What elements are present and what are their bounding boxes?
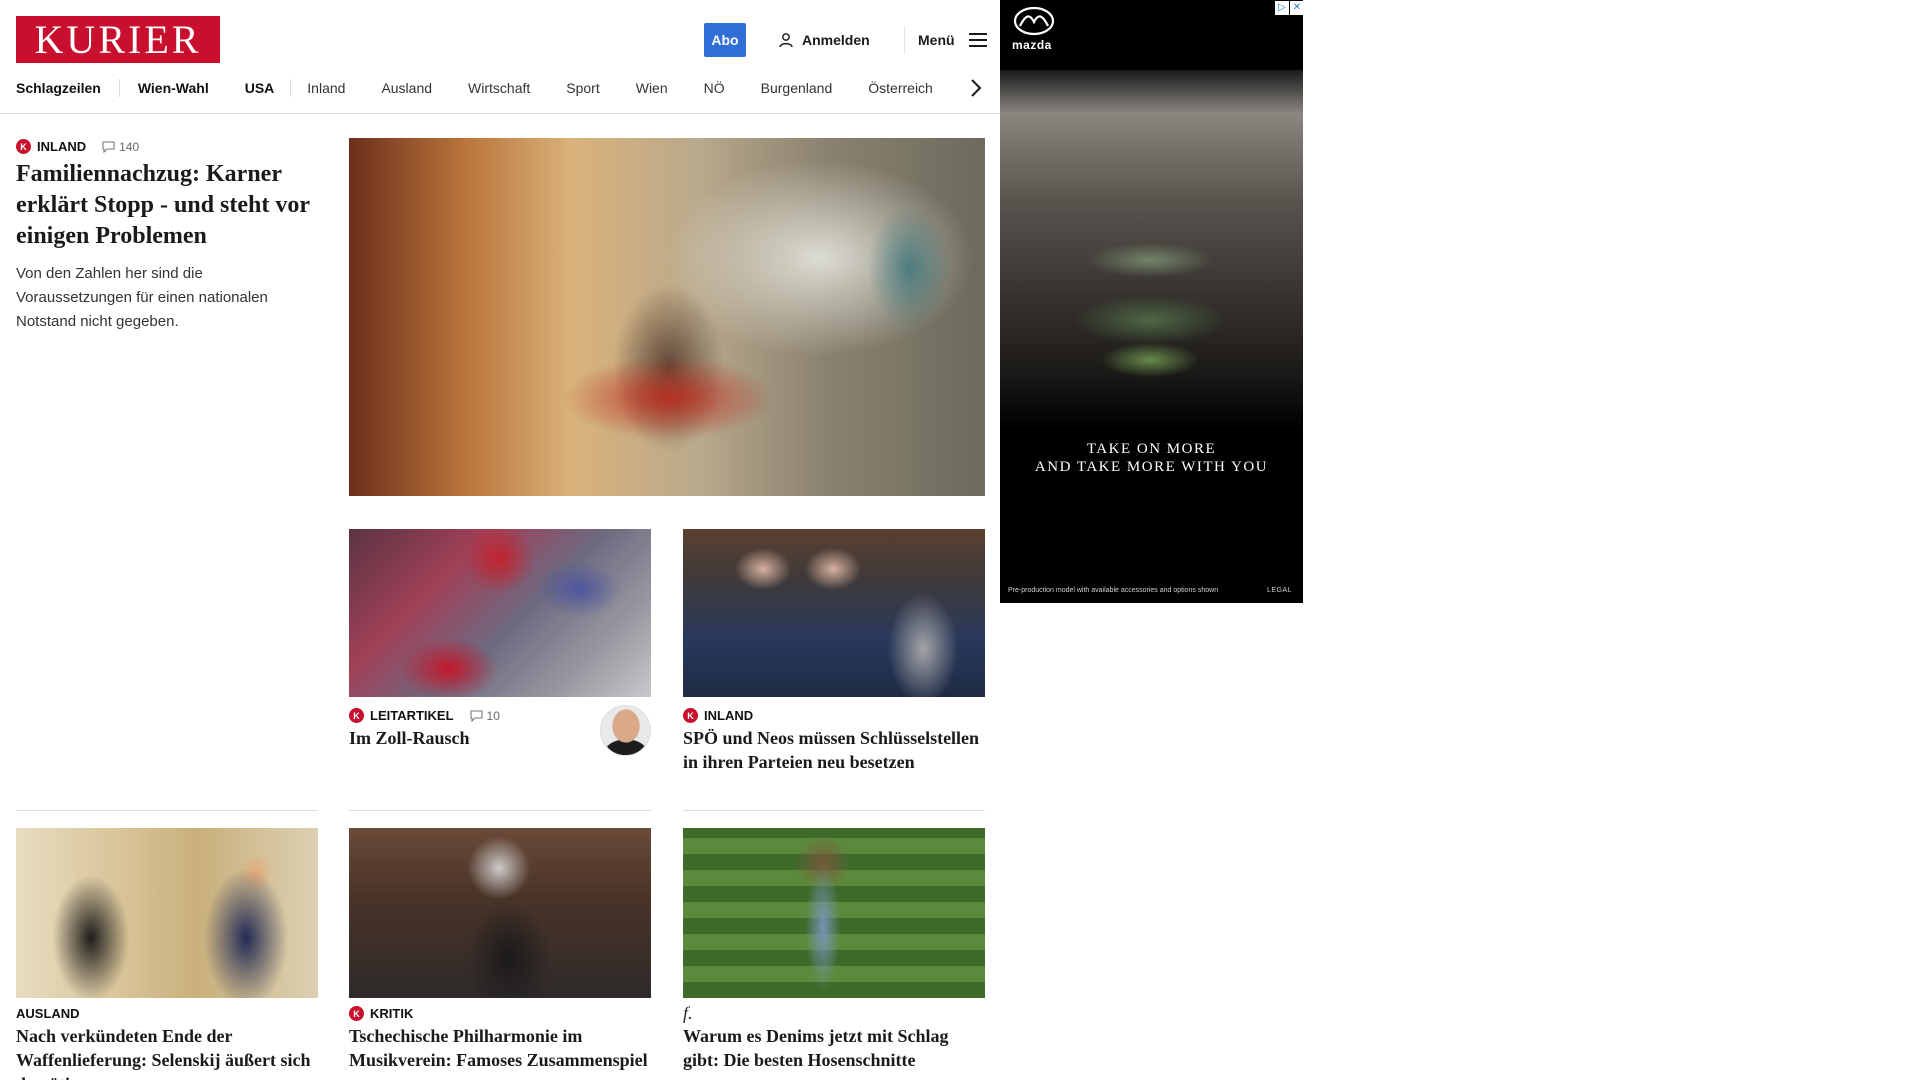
article-category[interactable]: LEITARTIKEL <box>370 708 454 723</box>
article-image-denims[interactable] <box>683 828 985 998</box>
ad-brand: mazda <box>1012 38 1052 52</box>
article-headline-spoe-neos[interactable]: SPÖ und Neos müssen Schlüsselstellen in … <box>683 726 985 774</box>
lead-article-image[interactable] <box>349 138 985 496</box>
ad-headline-line2: AND TAKE MORE WITH YOU <box>1034 459 1269 475</box>
article-image-spoe-neos[interactable] <box>683 529 985 697</box>
nav-item-burgenland[interactable]: Burgenland <box>761 80 833 96</box>
article-comments-value: 10 <box>486 708 500 723</box>
article-category[interactable]: KRITIK <box>370 1006 413 1021</box>
kurier-k-icon: K <box>683 708 698 723</box>
lead-category[interactable]: INLAND <box>37 139 86 154</box>
row-divider <box>16 810 318 811</box>
mazda-ad[interactable]: mazda TAKE ON MORE AND TAKE MORE WITH YO… <box>1000 0 1303 603</box>
nav-item-ausland[interactable]: Ausland <box>381 80 432 96</box>
article-meta-denims: f. <box>683 1003 693 1024</box>
row-divider <box>349 810 651 811</box>
article-comment-count[interactable]: 10 <box>469 708 500 723</box>
nav-item-wien-wahl[interactable]: Wien-Wahl <box>138 80 209 96</box>
ad-headline-line1: TAKE ON MORE <box>1086 441 1217 457</box>
user-icon <box>779 33 793 48</box>
header-divider <box>904 26 905 54</box>
kurier-logo[interactable]: KURIER <box>16 16 220 63</box>
adchoices-icon[interactable]: ▷ <box>1275 1 1289 15</box>
freizeit-logo[interactable]: f. <box>683 1003 693 1024</box>
nav-item-inland[interactable]: Inland <box>307 80 345 96</box>
lead-article-meta: K INLAND 140 <box>16 139 139 154</box>
article-meta-spoe-neos: K INLAND <box>683 708 753 723</box>
ad-close-icon[interactable]: ✕ <box>1290 1 1303 15</box>
nav-item-sport[interactable]: Sport <box>566 80 599 96</box>
comment-icon <box>469 709 483 722</box>
nav-item-oesterreich[interactable]: Österreich <box>868 80 933 96</box>
ad-car-interior-image <box>1000 70 1303 430</box>
lead-comments-value: 140 <box>119 139 140 154</box>
chevron-right-icon[interactable] <box>969 78 983 98</box>
article-headline-denims[interactable]: Warum es Denims jetzt mit Schlag gibt: D… <box>683 1024 985 1072</box>
nav-item-schlagzeilen[interactable]: Schlagzeilen <box>16 80 101 96</box>
ad-controls: ▷ ✕ <box>1275 1 1303 15</box>
login-button[interactable]: Anmelden <box>778 28 870 52</box>
lead-teaser: Von den Zahlen her sind die Voraussetzun… <box>16 265 268 330</box>
article-category[interactable]: AUSLAND <box>16 1006 80 1021</box>
mazda-logo-icon <box>1013 6 1055 36</box>
row-divider <box>683 810 985 811</box>
author-avatar[interactable] <box>600 705 651 756</box>
nav-item-wirtschaft[interactable]: Wirtschaft <box>468 80 530 96</box>
lead-headline[interactable]: Familiennachzug: Karner erklärt Stopp - … <box>16 159 326 252</box>
comment-icon <box>102 140 115 153</box>
kurier-k-icon: K <box>349 708 364 723</box>
lead-comment-count[interactable]: 140 <box>102 140 139 154</box>
menu-button[interactable]: Menü <box>918 28 987 52</box>
nav-separator <box>290 79 292 97</box>
login-label: Anmelden <box>802 32 870 48</box>
abo-button[interactable]: Abo <box>704 23 746 57</box>
nav-item-wien[interactable]: Wien <box>636 80 668 96</box>
article-meta-zoll: K LEITARTIKEL 10 <box>349 708 500 723</box>
header-bottom-border <box>0 113 1000 114</box>
article-meta-philharmonie: K KRITIK <box>349 1006 413 1021</box>
menu-label: Menü <box>918 32 955 48</box>
section-nav: Schlagzeilen Wien-Wahl USA Inland Auslan… <box>16 76 982 100</box>
ad-headline: TAKE ON MORE AND TAKE MORE WITH YOU <box>1000 440 1303 476</box>
article-meta-selenskij: AUSLAND <box>16 1006 80 1021</box>
nav-separator <box>118 79 120 97</box>
article-category[interactable]: INLAND <box>704 708 753 723</box>
nav-item-usa[interactable]: USA <box>245 80 275 96</box>
kurier-k-icon: K <box>349 1006 364 1021</box>
nav-item-noe[interactable]: NÖ <box>704 80 725 96</box>
article-headline-selenskij[interactable]: Nach verkündeten Ende der Waffenlieferun… <box>16 1024 321 1080</box>
kurier-k-icon: K <box>16 139 31 154</box>
ad-legal-link[interactable]: LEGAL <box>1267 587 1292 594</box>
article-image-zoll[interactable] <box>349 529 651 697</box>
hamburger-icon <box>968 33 987 47</box>
article-headline-philharmonie[interactable]: Tschechische Philharmonie im Musikverein… <box>349 1024 651 1072</box>
ad-disclaimer: Pre-production model with available acce… <box>1008 587 1219 594</box>
article-headline-zoll[interactable]: Im Zoll-Rausch <box>349 726 589 750</box>
article-image-philharmonie[interactable] <box>349 828 651 998</box>
article-image-selenskij[interactable] <box>16 828 318 998</box>
